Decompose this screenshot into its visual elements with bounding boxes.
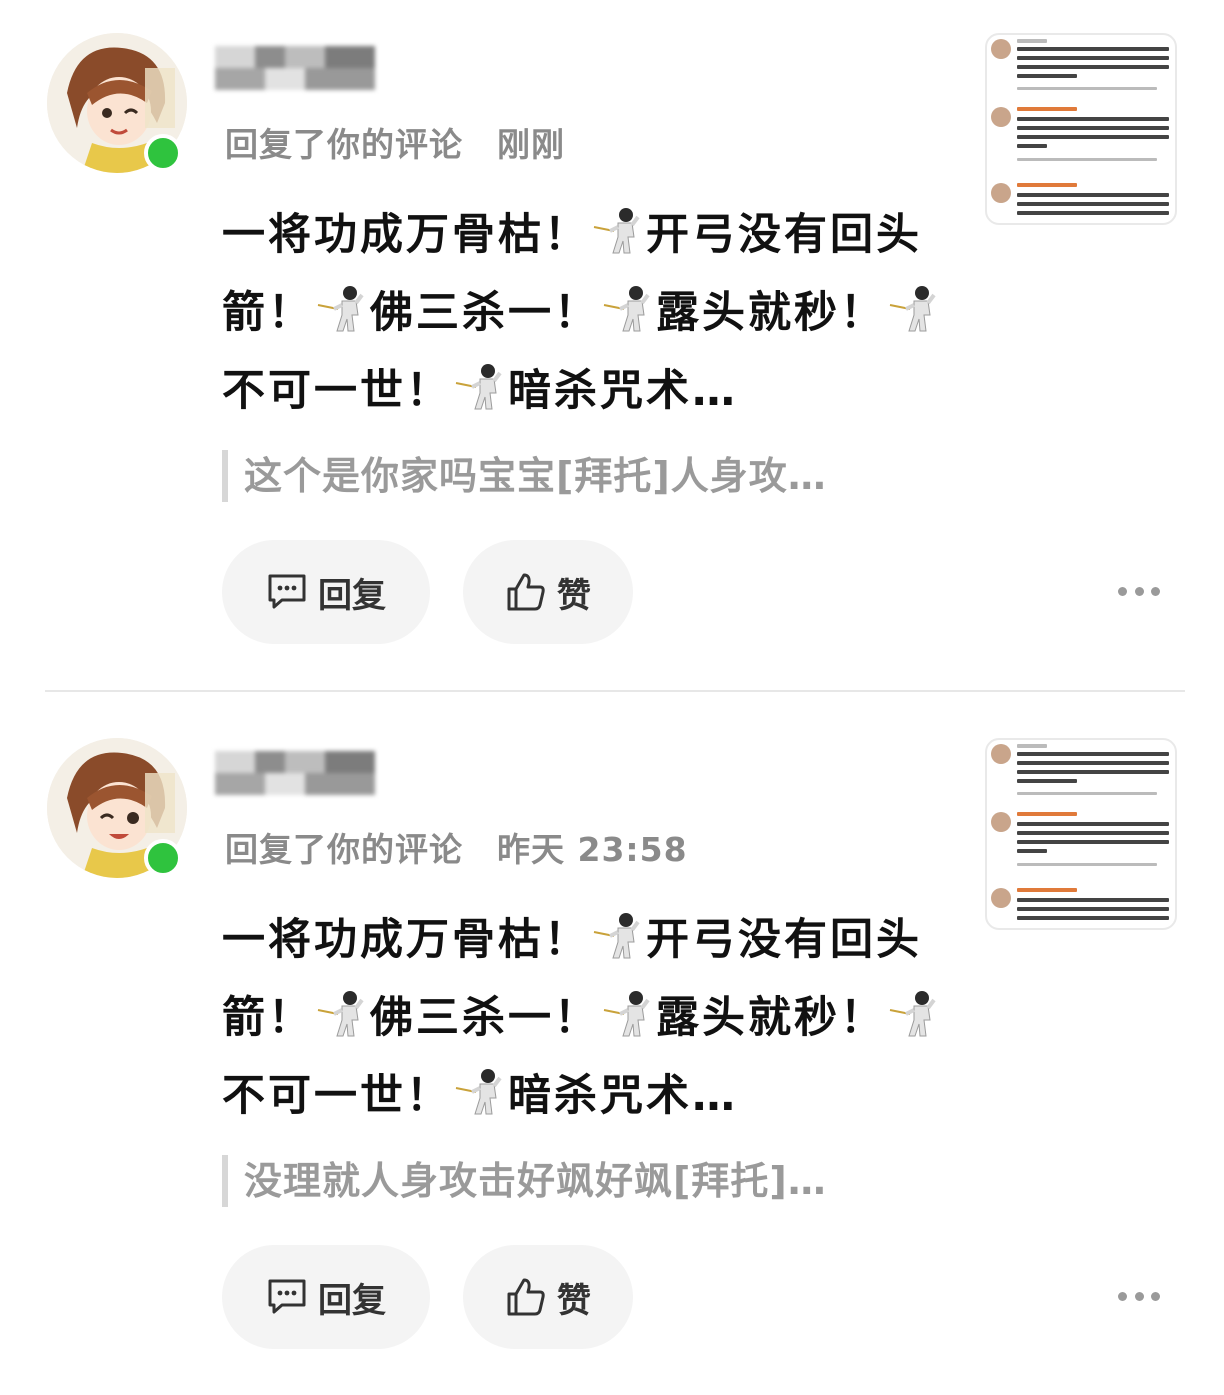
content-text: 暗杀咒术… — [508, 1071, 738, 1121]
fencer-emoji-icon — [602, 987, 654, 1039]
more-dots-icon[interactable] — [1118, 1287, 1160, 1305]
username-pixelated — [215, 743, 385, 795]
reply-label: 回复 — [318, 1280, 386, 1321]
meta-action: 回复了你的评论 — [225, 830, 463, 869]
username-pixelated — [215, 38, 385, 90]
fencer-emoji-icon — [888, 282, 940, 334]
meta-action: 回复了你的评论 — [225, 125, 463, 164]
comment-content[interactable]: 一将功成万骨枯！ 开弓没有回头箭！ 佛三杀一！ 露头就秒！不可一世！ 暗杀咒术… — [222, 196, 942, 430]
fencer-emoji-icon — [316, 987, 368, 1039]
quoted-comment[interactable]: 没理就人身攻击好飒好飒[拜托]… — [222, 1155, 984, 1207]
thumbs-up-icon — [507, 573, 545, 611]
like-button[interactable]: 赞 — [463, 1245, 633, 1349]
divider — [45, 690, 1185, 692]
comment-content[interactable]: 一将功成万骨枯！ 开弓没有回头箭！ 佛三杀一！ 露头就秒！不可一世！ 暗杀咒术… — [222, 901, 942, 1135]
content-text: 暗杀咒术… — [508, 366, 738, 416]
fencer-emoji-icon — [602, 282, 654, 334]
notification-item[interactable]: 回复了你的评论 刚刚 一将功成万骨枯！ 开弓没有回头箭！ 佛三杀一！ 露头就秒！不可一世… — [0, 0, 1224, 690]
content-text: 不可一世！ — [222, 366, 452, 416]
like-label: 赞 — [557, 575, 591, 616]
like-label: 赞 — [557, 1280, 591, 1321]
comment-icon — [268, 574, 306, 609]
online-status-dot — [144, 134, 182, 172]
reply-meta: 回复了你的评论 刚刚 — [225, 118, 565, 166]
content-text: 不可一世！ — [222, 1071, 452, 1121]
timestamp: 昨天 23:58 — [497, 830, 688, 869]
thumbs-up-icon — [507, 1278, 545, 1316]
comment-icon — [268, 1279, 306, 1314]
fencer-emoji-icon — [454, 1065, 506, 1117]
fencer-emoji-icon — [316, 282, 368, 334]
reply-meta: 回复了你的评论 昨天 23:58 — [225, 823, 688, 871]
content-text: 露头就秒！ — [656, 993, 886, 1043]
like-button[interactable]: 赞 — [463, 540, 633, 644]
reply-button[interactable]: 回复 — [222, 540, 430, 644]
content-text: 一将功成万骨枯！ — [222, 210, 590, 260]
online-status-dot — [144, 839, 182, 877]
content-text: 露头就秒！ — [656, 288, 886, 338]
content-text: 一将功成万骨枯！ — [222, 915, 590, 965]
content-text: 佛三杀一！ — [370, 993, 600, 1043]
reply-label: 回复 — [318, 575, 386, 616]
fencer-emoji-icon — [592, 204, 644, 256]
notification-item[interactable]: 回复了你的评论 昨天 23:58 一将功成万骨枯！ 开弓没有回头箭！ 佛三杀一！ 露头就… — [0, 705, 1224, 1395]
fencer-emoji-icon — [888, 987, 940, 1039]
original-post-thumbnail[interactable] — [985, 33, 1177, 225]
quoted-comment[interactable]: 这个是你家吗宝宝[拜托]人身攻… — [222, 450, 984, 502]
fencer-emoji-icon — [454, 360, 506, 412]
original-post-thumbnail[interactable] — [985, 738, 1177, 930]
timestamp: 刚刚 — [497, 125, 565, 164]
reply-button[interactable]: 回复 — [222, 1245, 430, 1349]
fencer-emoji-icon — [592, 909, 644, 961]
more-dots-icon[interactable] — [1118, 582, 1160, 600]
content-text: 佛三杀一！ — [370, 288, 600, 338]
